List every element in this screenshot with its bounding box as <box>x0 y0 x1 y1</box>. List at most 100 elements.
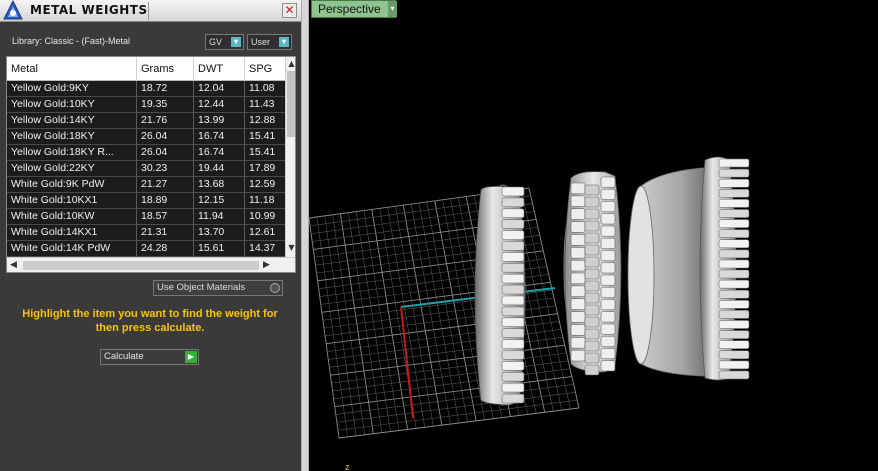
ring-tooth <box>501 393 525 404</box>
table-row[interactable]: Yellow Gold:9KY 18.72 12.04 11.08 <box>7 81 285 97</box>
ring-tooth <box>501 284 525 295</box>
ring-link <box>570 208 586 220</box>
horizontal-scrollbar[interactable]: ◀ ▶ <box>7 257 295 272</box>
column-header-metal[interactable]: Metal <box>7 57 137 81</box>
ring-tooth <box>718 279 750 289</box>
ring-link <box>570 336 586 349</box>
grid-line <box>331 352 567 384</box>
scroll-right-icon[interactable]: ▶ <box>263 260 270 270</box>
ring-link <box>600 360 616 372</box>
panel-splitter[interactable] <box>301 0 309 471</box>
ring-tooth <box>718 199 750 208</box>
ring-tooth <box>501 361 525 371</box>
axis-z-label: z <box>345 462 350 471</box>
table-cell: 15.41 <box>249 146 276 158</box>
use-object-materials-option[interactable]: Use Object Materials <box>153 280 283 296</box>
table-cell: White Gold:9K PdW <box>7 177 137 193</box>
ring-link <box>584 280 600 292</box>
grid-line <box>328 329 562 360</box>
user-dropdown[interactable]: User ▾ <box>247 34 292 50</box>
ring-link <box>600 286 616 298</box>
scroll-thumb[interactable] <box>23 261 259 270</box>
ring-link <box>570 221 586 233</box>
ring-model-3[interactable] <box>627 156 750 381</box>
table-row[interactable]: White Gold:14K PdW 24.28 15.61 14.37 <box>7 241 285 257</box>
ring-link <box>600 176 616 188</box>
ring-link <box>584 220 600 232</box>
ring-link <box>600 188 616 200</box>
ring-link <box>600 311 616 323</box>
ring-tooth <box>718 219 750 228</box>
ring-link <box>600 262 616 274</box>
table-cell: 12.04 <box>194 81 245 97</box>
table-row[interactable]: Yellow Gold:18KY R... 26.04 16.74 15.41 <box>7 145 285 161</box>
radio-toggle-icon[interactable] <box>270 283 280 293</box>
calculate-button[interactable]: Calculate ▶ <box>100 349 199 365</box>
ring-model-1[interactable] <box>474 184 526 406</box>
table-cell: Yellow Gold:10KY <box>7 97 137 113</box>
ring-tooth <box>718 229 750 239</box>
ring-tooth <box>718 330 750 339</box>
ring-tooth <box>501 219 525 229</box>
ring-tooth <box>718 178 750 188</box>
table-row[interactable]: Yellow Gold:18KY 26.04 16.74 15.41 <box>7 129 285 145</box>
table-header: Metal Grams DWT SPG <box>7 57 285 81</box>
table-cell: 18.72 <box>137 81 194 97</box>
table-cell: 16.74 <box>194 129 245 145</box>
metal-table: Metal Grams DWT SPG Yellow Gold:9KY 18.72… <box>6 56 296 273</box>
vertical-scrollbar[interactable]: ▲ ▼ <box>285 57 295 257</box>
table-row[interactable]: Yellow Gold:22KY 30.23 19.44 17.89 <box>7 161 285 177</box>
close-icon[interactable]: ✕ <box>282 3 297 18</box>
ring-link <box>570 246 586 259</box>
ring-link <box>600 274 616 286</box>
table-row[interactable]: White Gold:9K PdW 21.27 13.68 12.59 <box>7 177 285 193</box>
ring-model-2[interactable] <box>563 171 622 376</box>
table-cell: 26.04 <box>137 145 194 161</box>
table-cell: 12.88 <box>249 114 276 126</box>
grid-line <box>338 407 580 439</box>
ring-link <box>600 225 616 237</box>
ring-tooth <box>718 249 750 259</box>
ring-tooth <box>718 188 750 198</box>
table-row[interactable]: White Gold:10KX1 18.89 12.15 11.18 <box>7 193 285 209</box>
table-row[interactable]: Yellow Gold:14KY 21.76 13.99 12.88 <box>7 113 285 129</box>
ring-tooth <box>718 158 750 168</box>
ring-tooth <box>501 197 525 208</box>
table-cell: 15.41 <box>249 130 276 142</box>
table-row[interactable]: White Gold:10KW 18.57 11.94 10.99 <box>7 209 285 225</box>
calculate-button-label: Calculate <box>104 351 144 362</box>
table-cell: 12.15 <box>194 193 245 209</box>
ring-tooth <box>501 262 525 273</box>
table-row[interactable]: White Gold:14KX1 21.31 13.70 12.61 <box>7 225 285 241</box>
column-header-dwt[interactable]: DWT <box>194 57 245 81</box>
ring-tooth <box>718 340 750 350</box>
ring-links <box>570 176 616 376</box>
table-cell: 12.59 <box>249 178 276 190</box>
ring-link <box>584 184 600 196</box>
3d-viewport[interactable]: z Perspective ▾ <box>309 0 878 471</box>
ring-tooth <box>718 209 750 218</box>
view-name: Perspective <box>318 2 381 16</box>
scroll-thumb[interactable] <box>287 71 295 137</box>
ring-tooth <box>501 306 525 317</box>
table-cell: 11.94 <box>194 209 245 225</box>
ring-link <box>584 352 600 364</box>
ring-link <box>584 292 600 304</box>
column-header-grams[interactable]: Grams <box>137 57 194 81</box>
column-header-spg[interactable]: SPG <box>245 57 285 81</box>
title-divider <box>148 2 149 20</box>
chevron-down-icon: ▾ <box>231 37 241 47</box>
ring-link <box>584 268 600 280</box>
view-selector[interactable]: Perspective ▾ <box>311 0 397 18</box>
chevron-down-icon[interactable]: ▾ <box>388 1 397 17</box>
gv-dropdown[interactable]: GV ▾ <box>205 34 244 50</box>
scroll-down-icon[interactable]: ▼ <box>286 243 295 253</box>
scroll-up-icon[interactable]: ▲ <box>286 59 295 69</box>
table-cell: 13.99 <box>194 113 245 129</box>
table-row[interactable]: Yellow Gold:10KY 19.35 12.44 11.43 <box>7 97 285 113</box>
table-cell: White Gold:10KW <box>7 209 137 225</box>
ring-link <box>584 364 600 376</box>
ring-link <box>584 328 600 340</box>
ring-tooth <box>501 328 525 338</box>
scroll-left-icon[interactable]: ◀ <box>10 260 17 270</box>
